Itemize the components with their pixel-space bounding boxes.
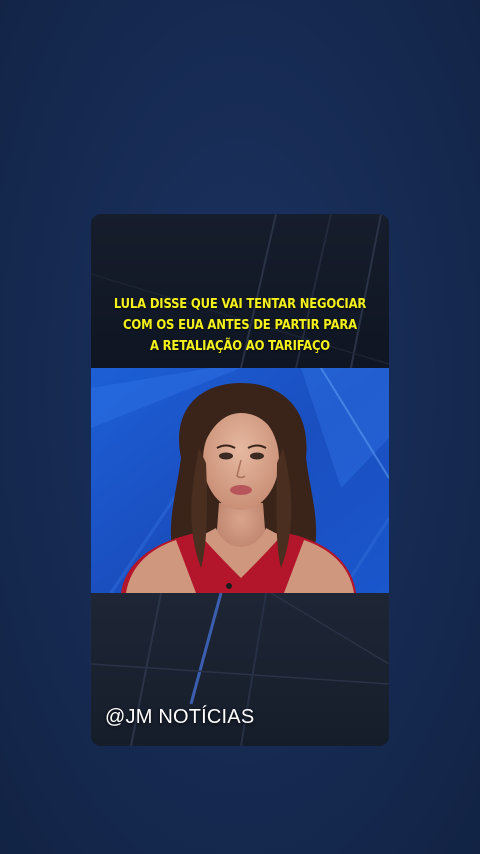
news-headline-caption: LULA DISSE QUE VAI TENTAR NEGOCIAR COM O…: [112, 294, 368, 357]
channel-handle-watermark: @JM NOTÍCIAS: [105, 706, 255, 728]
screen: LULA DISSE QUE VAI TENTAR NEGOCIAR COM O…: [0, 0, 480, 854]
video-frame: [91, 368, 389, 593]
news-presenter-image: [91, 368, 389, 593]
headline-line-2: COM OS EUA ANTES DE PARTIR PARA: [123, 317, 357, 333]
headline-line-1: LULA DISSE QUE VAI TENTAR NEGOCIAR: [113, 296, 367, 312]
video-player[interactable]: LULA DISSE QUE VAI TENTAR NEGOCIAR COM O…: [91, 214, 389, 746]
headline-line-3: A RETALIAÇÃO AO TARIFAÇO: [149, 338, 331, 354]
